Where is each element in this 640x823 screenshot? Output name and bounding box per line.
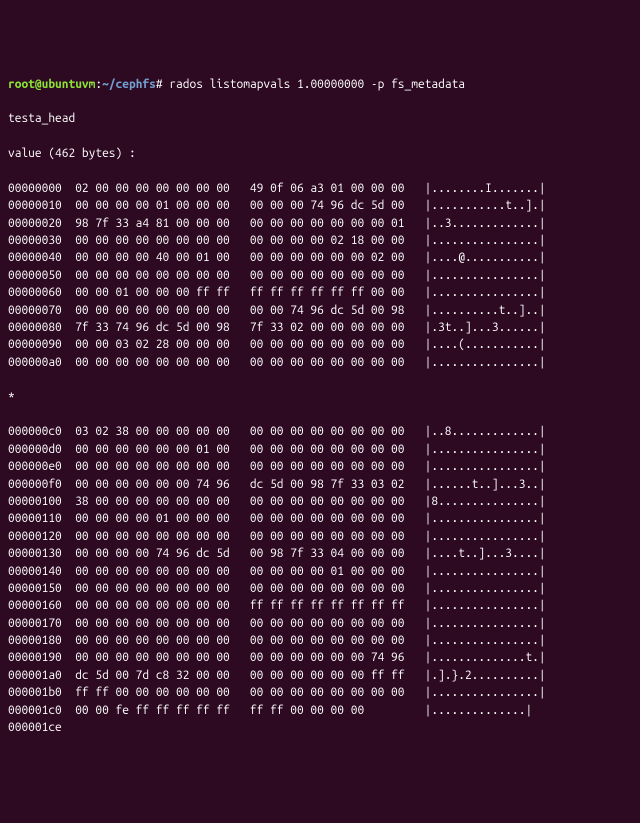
hexdump-row: 00000110 00 00 00 00 01 00 00 00 00 00 0… bbox=[8, 510, 632, 527]
prompt-user: root@ubuntuvm bbox=[8, 78, 95, 91]
hexdump-row: 000001ce bbox=[8, 719, 632, 736]
hexdump-row: 000000f0 00 00 00 00 00 00 74 96 dc 5d 0… bbox=[8, 476, 632, 493]
hexdump-row: 000000a0 00 00 00 00 00 00 00 00 00 00 0… bbox=[8, 354, 632, 371]
prompt-line: root@ubuntuvm:~/cephfs# rados listomapva… bbox=[8, 76, 632, 93]
output-header-2: value (462 bytes) : bbox=[8, 145, 632, 162]
hexdump-row: 000000e0 00 00 00 00 00 00 00 00 00 00 0… bbox=[8, 458, 632, 475]
command-text[interactable]: rados listomapvals 1.00000000 -p fs_meta… bbox=[163, 78, 465, 91]
output-header-1: testa_head bbox=[8, 110, 632, 127]
hexdump-row: 00000070 00 00 00 00 00 00 00 00 00 00 7… bbox=[8, 302, 632, 319]
hexdump-row: 00000170 00 00 00 00 00 00 00 00 00 00 0… bbox=[8, 615, 632, 632]
hexdump-row: 00000130 00 00 00 00 74 96 dc 5d 00 98 7… bbox=[8, 545, 632, 562]
hexdump-block-1: 00000000 02 00 00 00 00 00 00 00 49 0f 0… bbox=[8, 180, 632, 371]
hexdump-row: 00000100 38 00 00 00 00 00 00 00 00 00 0… bbox=[8, 493, 632, 510]
hexdump-row: 000001c0 00 00 fe ff ff ff ff ff ff ff 0… bbox=[8, 702, 632, 719]
prompt-path: ~/cephfs bbox=[102, 78, 156, 91]
hexdump-row: 00000010 00 00 00 00 01 00 00 00 00 00 0… bbox=[8, 197, 632, 214]
hexdump-row: 000001b0 ff ff 00 00 00 00 00 00 00 00 0… bbox=[8, 684, 632, 701]
hexdump-row: 000000c0 03 02 38 00 00 00 00 00 00 00 0… bbox=[8, 423, 632, 440]
hexdump-block-2: 000000c0 03 02 38 00 00 00 00 00 00 00 0… bbox=[8, 423, 632, 736]
hexdump-row: 00000150 00 00 00 00 00 00 00 00 00 00 0… bbox=[8, 580, 632, 597]
hexdump-row: 00000190 00 00 00 00 00 00 00 00 00 00 0… bbox=[8, 649, 632, 666]
prompt-hash: # bbox=[156, 78, 163, 91]
hexdump-row: 00000140 00 00 00 00 00 00 00 00 00 00 0… bbox=[8, 563, 632, 580]
hexdump-row: 00000050 00 00 00 00 00 00 00 00 00 00 0… bbox=[8, 267, 632, 284]
hexdump-row: 00000040 00 00 00 00 40 00 01 00 00 00 0… bbox=[8, 249, 632, 266]
hexdump-row: 00000020 98 7f 33 a4 81 00 00 00 00 00 0… bbox=[8, 215, 632, 232]
hexdump-row: 00000120 00 00 00 00 00 00 00 00 00 00 0… bbox=[8, 528, 632, 545]
hexdump-row: 00000180 00 00 00 00 00 00 00 00 00 00 0… bbox=[8, 632, 632, 649]
hexdump-row: 00000060 00 00 01 00 00 00 ff ff ff ff f… bbox=[8, 284, 632, 301]
hexdump-row: 00000030 00 00 00 00 00 00 00 00 00 00 0… bbox=[8, 232, 632, 249]
hexdump-separator: * bbox=[8, 389, 632, 406]
hexdump-row: 00000000 02 00 00 00 00 00 00 00 49 0f 0… bbox=[8, 180, 632, 197]
hexdump-row: 00000080 7f 33 74 96 dc 5d 00 98 7f 33 0… bbox=[8, 319, 632, 336]
hexdump-row: 00000090 00 00 03 02 28 00 00 00 00 00 0… bbox=[8, 336, 632, 353]
hexdump-row: 000000d0 00 00 00 00 00 00 01 00 00 00 0… bbox=[8, 441, 632, 458]
hexdump-row: 00000160 00 00 00 00 00 00 00 00 ff ff f… bbox=[8, 597, 632, 614]
hexdump-row: 000001a0 dc 5d 00 7d c8 32 00 00 00 00 0… bbox=[8, 667, 632, 684]
